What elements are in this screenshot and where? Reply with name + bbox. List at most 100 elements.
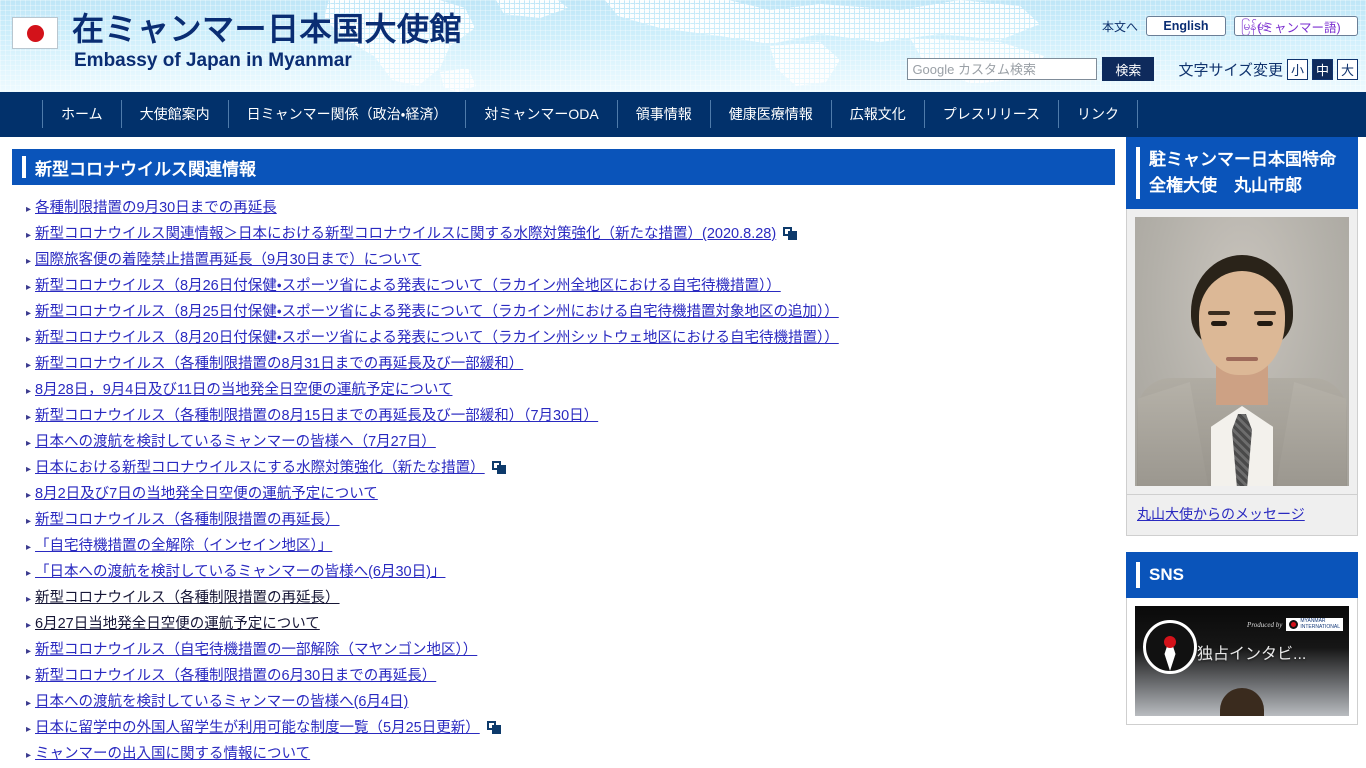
bullet-arrow-icon: ▸: [26, 256, 32, 267]
list-item: ▸ 日本における新型コロナウイルスにする水際対策強化（新たな措置）: [26, 456, 1118, 482]
list-item: ▸ 新型コロナウイルス関連情報＞日本における新型コロナウイルスに関する水際対策強化…: [26, 222, 1118, 248]
site-brand[interactable]: 在ミャンマー日本国大使館 Embassy of Japan in Myanmar: [12, 10, 462, 70]
covid-info-link[interactable]: 新型コロナウイルス関連情報＞日本における新型コロナウイルスに関する水際対策強化（…: [35, 222, 776, 243]
covid-info-link[interactable]: 新型コロナウイルス（各種制限措置の再延長）: [35, 586, 340, 607]
nav-link-home[interactable]: ホーム: [42, 100, 121, 128]
covid-info-link[interactable]: 日本における新型コロナウイルスにする水際対策強化（新たな措置）: [35, 456, 485, 477]
covid-info-link[interactable]: 各種制限措置の9月30日までの再延長: [35, 196, 277, 217]
list-item: ▸ 8月28日，9月4日及び11日の当地発全日空便の運航予定について: [26, 378, 1118, 404]
covid-info-link[interactable]: 新型コロナウイルス（各種制限措置の8月15日までの再延長及び一部緩和）（7月30…: [35, 404, 598, 425]
main-content: 新型コロナウイルス関連情報 ▸ 各種制限措置の9月30日までの再延長 ▸ 新型コロナウ…: [0, 137, 1118, 768]
bullet-arrow-icon: ▸: [26, 464, 32, 475]
covid-info-link[interactable]: ミャンマーの出入国に関する情報について: [35, 742, 310, 763]
nav-link-japan-myanmar-relations[interactable]: 日ミャンマー関係（政治・経済）: [227, 100, 466, 128]
page-body: 新型コロナウイルス関連情報 ▸ 各種制限措置の9月30日までの再延長 ▸ 新型コロナウ…: [0, 137, 1366, 768]
covid-info-link[interactable]: 新型コロナウイルス（各種制限措置の6月30日までの再延長）: [35, 664, 436, 685]
bullet-arrow-icon: ▸: [26, 204, 32, 215]
channel-logo-icon: [1143, 620, 1197, 674]
covid-info-link[interactable]: 新型コロナウイルス（各種制限措置の再延長）: [35, 508, 340, 529]
video-caption-text: 独占インタビ...: [1197, 646, 1307, 663]
heading-accent-bar: [1136, 147, 1140, 199]
covid-link-list: ▸ 各種制限措置の9月30日までの再延長 ▸ 新型コロナウイルス関連情報＞日本における…: [0, 196, 1118, 768]
covid-info-link[interactable]: 新型コロナウイルス（各種制限措置の8月31日までの再延長及び一部緩和）: [35, 352, 523, 373]
list-item: ▸ 8月2日及び7日の当地発全日空便の運航予定について: [26, 482, 1118, 508]
covid-info-link[interactable]: 新型コロナウイルス（8月20日付保健・スポーツ省による発表について（ラカイン州シ…: [35, 326, 839, 347]
covid-info-link[interactable]: 新型コロナウイルス（8月25日付保健・スポーツ省による発表について（ラカイン州に…: [35, 300, 839, 321]
covid-info-link[interactable]: 6月27日当地発全日空便の運航予定について: [35, 612, 320, 633]
bullet-arrow-icon: ▸: [26, 698, 32, 709]
nav-item: 対ミャンマーODA: [465, 92, 616, 137]
covid-info-link[interactable]: 日本への渡航を検討しているミャンマーの皆様へ（7月27日）: [35, 430, 436, 451]
nav-link-consular[interactable]: 領事情報: [616, 100, 710, 128]
list-item: ▸ 日本への渡航を検討しているミャンマーの皆様へ（7月27日）: [26, 430, 1118, 456]
font-size-small-button[interactable]: 小: [1287, 58, 1308, 80]
search-input[interactable]: [907, 58, 1098, 80]
skip-to-content-link[interactable]: 本文へ: [1102, 18, 1138, 35]
sns-body: Produced by MYANMAR INTERNATIONAL 独占インタビ.…: [1126, 598, 1358, 725]
external-link-icon: [783, 227, 798, 240]
ambassador-heading: 駐ミャンマー日本国特命全権大使 丸山市郎: [1126, 137, 1358, 209]
ambassador-box: 駐ミャンマー日本国特命全権大使 丸山市郎 丸山大使からのメッセージ: [1126, 137, 1358, 536]
nav-item: リンク: [1058, 92, 1139, 137]
bullet-arrow-icon: ▸: [26, 568, 32, 579]
myanmar-japanese-label: (ミャンマー語): [1257, 20, 1341, 35]
covid-info-link[interactable]: 「自宅待機措置の全解除（インセイン地区）」: [35, 534, 332, 555]
ambassador-message-link[interactable]: 丸山大使からのメッセージ: [1137, 506, 1305, 522]
list-item: ▸ 新型コロナウイルス（各種制限措置の再延長）: [26, 508, 1118, 534]
nav-item: 日ミャンマー関係（政治・経済）: [227, 92, 466, 137]
producer-logo-icon: MYANMAR INTERNATIONAL: [1286, 618, 1343, 631]
bullet-arrow-icon: ▸: [26, 386, 32, 397]
list-item: ▸ 新型コロナウイルス（各種制限措置の8月31日までの再延長及び一部緩和）: [26, 352, 1118, 378]
nav-item: ホーム: [42, 92, 121, 137]
nav-item: プレスリリース: [923, 92, 1058, 137]
nav-link-embassy-info[interactable]: 大使館案内: [120, 100, 228, 128]
covid-info-link[interactable]: 新型コロナウイルス（自宅待機措置の一部解除（マヤンゴン地区））: [35, 638, 477, 659]
nav-link-links[interactable]: リンク: [1058, 100, 1139, 128]
list-item: ▸ 新型コロナウイルス（各種制限措置の6月30日までの再延長）: [26, 664, 1118, 690]
nav-link-oda[interactable]: 対ミャンマーODA: [465, 100, 616, 128]
heading-accent-bar: [1136, 562, 1140, 588]
produced-by-badge: Produced by MYANMAR INTERNATIONAL: [1247, 618, 1343, 631]
bullet-arrow-icon: ▸: [26, 542, 32, 553]
list-item: ▸ 新型コロナウイルス（8月20日付保健・スポーツ省による発表について（ラカイン州…: [26, 326, 1118, 352]
video-person-silhouette: [1220, 688, 1264, 716]
covid-info-link[interactable]: 国際旅客便の着陸禁止措置再延長（9月30日まで）について: [35, 248, 421, 269]
language-myanmar-button[interactable]: မြန်မာ (ミャンマー語): [1234, 16, 1358, 36]
video-thumbnail[interactable]: Produced by MYANMAR INTERNATIONAL 独占インタビ.…: [1135, 606, 1349, 716]
nav-item: 領事情報: [616, 92, 710, 137]
bullet-arrow-icon: ▸: [26, 282, 32, 293]
covid-info-link[interactable]: 新型コロナウイルス（8月26日付保健・スポーツ省による発表について（ラカイン州全…: [35, 274, 781, 295]
bullet-arrow-icon: ▸: [26, 334, 32, 345]
ambassador-message-row: 丸山大使からのメッセージ: [1126, 495, 1358, 536]
nav-item: 大使館案内: [120, 92, 228, 137]
covid-info-link[interactable]: 8月2日及び7日の当地発全日空便の運航予定について: [35, 482, 378, 503]
list-item: ▸ 新型コロナウイルス（8月25日付保健・スポーツ省による発表について（ラカイン州…: [26, 300, 1118, 326]
covid-info-link[interactable]: 日本への渡航を検討しているミャンマーの皆様へ(6月4日): [35, 690, 408, 711]
covid-info-link[interactable]: 「日本への渡航を検討しているミャンマーの皆様へ(6月30日)」: [35, 560, 445, 581]
bullet-arrow-icon: ▸: [26, 230, 32, 241]
bullet-arrow-icon: ▸: [26, 672, 32, 683]
font-size-large-button[interactable]: 大: [1337, 58, 1358, 80]
bullet-arrow-icon: ▸: [26, 412, 32, 423]
header-utility-row: 検索 文字サイズ変更 小 中 大: [907, 57, 1358, 81]
list-item: ▸ 国際旅客便の着陸禁止措置再延長（9月30日まで）について: [26, 248, 1118, 274]
nav-link-press-release[interactable]: プレスリリース: [923, 100, 1058, 128]
nav-link-public-relations[interactable]: 広報文化: [830, 100, 924, 128]
bullet-arrow-icon: ▸: [26, 516, 32, 527]
bullet-arrow-icon: ▸: [26, 724, 32, 735]
list-item: ▸ 新型コロナウイルス（各種制限措置の再延長）: [26, 586, 1118, 612]
font-size-medium-button[interactable]: 中: [1312, 58, 1333, 80]
sns-heading-text: SNS: [1149, 565, 1184, 584]
ambassador-heading-text: 駐ミャンマー日本国特命全権大使 丸山市郎: [1149, 150, 1336, 195]
bullet-arrow-icon: ▸: [26, 360, 32, 371]
nav-link-health-medical[interactable]: 健康医療情報: [709, 100, 831, 128]
list-item: ▸ 「日本への渡航を検討しているミャンマーの皆様へ(6月30日)」: [26, 560, 1118, 586]
language-english-button[interactable]: English: [1146, 16, 1226, 36]
bullet-arrow-icon: ▸: [26, 594, 32, 605]
covid-info-link[interactable]: 日本に留学中の外国人留学生が利用可能な制度一覧（5月25日更新）: [35, 716, 480, 737]
language-switcher: 本文へ English မြန်မာ (ミャンマー語): [1102, 16, 1358, 36]
search-button[interactable]: 検索: [1102, 57, 1155, 81]
global-nav-list: ホーム 大使館案内 日ミャンマー関係（政治・経済） 対ミャンマーODA 領事情報…: [42, 92, 1139, 137]
sidebar: 駐ミャンマー日本国特命全権大使 丸山市郎 丸山大使からのメッセージ SNS Pr…: [1118, 137, 1366, 741]
covid-info-link[interactable]: 8月28日，9月4日及び11日の当地発全日空便の運航予定について: [35, 378, 452, 399]
